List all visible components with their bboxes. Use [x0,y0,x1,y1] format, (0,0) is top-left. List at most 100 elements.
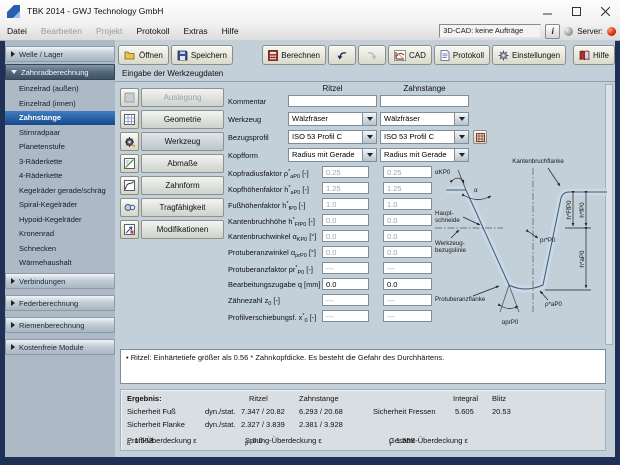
menu-bearbeiten: Bearbeiten [34,23,89,40]
modifikationen-icon [120,220,139,239]
menubar: Datei Bearbeiten Projekt Protokoll Extra… [0,22,620,41]
abmasse-icon [120,154,139,173]
geometrie-icon [120,110,139,129]
sidebar-item-waermehaushalt[interactable]: Wärmehaushalt [5,256,115,270]
sidebar-item-zahnstange[interactable]: Zahnstange [5,111,115,125]
window-controls [533,0,620,22]
field-label-werkzeug: Werkzeug [228,113,261,126]
close-button[interactable] [591,0,620,22]
sidebar-group-verbindungen[interactable]: Verbindungen [5,273,115,289]
save-button[interactable]: Speichern [171,45,233,65]
sidebar-group-label: Verbindungen [19,277,65,286]
field-label-bearbeitungszugabe: Bearbeitungszugabe q [mm] [228,278,320,291]
result-flanke-label: Sicherheit Flanke [127,420,185,429]
menu-hilfe[interactable]: Hilfe [215,23,246,40]
dropdown-arrow-icon[interactable] [362,149,376,161]
werkzeug-select-zahnstange[interactable]: Wälzfräser [380,112,469,126]
tab-geometrie[interactable]: Geometrie [120,110,224,129]
kommentar-input-ritzel[interactable] [288,95,377,107]
tab-abmasse[interactable]: Abmaße [120,154,224,173]
sidebar-item-3-raederkette[interactable]: 3-Räderkette [5,155,115,169]
sidebar-group-riemenberechnung[interactable]: Riemenberechnung [5,317,115,333]
sidebar-group-zahnradberechnung[interactable]: Zahnradberechnung [5,64,115,80]
server-status-led [607,27,616,36]
undo-button[interactable] [328,45,356,65]
tab-zahnform[interactable]: Zahnform [120,176,224,195]
kantenbruchhoehe-zahnstange [383,214,432,226]
server-label: Server: [577,27,603,36]
result-fuss-ritzel: 7.347 / 20.82 [241,407,285,416]
result-sprung-ueberdeckung: Sprung-Überdeckung εβ: 0.0 [245,436,248,447]
dropdown-arrow-icon[interactable] [454,113,468,125]
menu-datei[interactable]: Datei [0,23,34,40]
info-button[interactable]: i [545,24,560,39]
menu-projekt: Projekt [89,23,129,40]
help-button[interactable]: Hilfe [573,45,615,65]
sidebar-item-spiral-kegelraeder[interactable]: Spiral-Kegelräder [5,198,115,212]
maximize-icon [572,7,581,16]
tab-label: Auslegung [141,88,224,107]
result-gesamt-ueberdeckung: Gesamt-Überdeckung εγ: 1.558 [389,436,392,447]
expand-arrow-icon [11,51,15,57]
results-col-integral: Integral [453,394,478,403]
bezugsprofil-select-ritzel[interactable]: ISO 53 Profil C [288,130,377,144]
open-button[interactable]: Öffnen [118,45,169,65]
minimize-button[interactable] [533,0,562,22]
dropdown-arrow-icon[interactable] [362,131,376,143]
sidebar-group-kostenfreie-module[interactable]: Kostenfreie Module [5,339,115,355]
protocol-button[interactable]: Protokoll [434,45,490,65]
zaehnezahl-ritzel [322,294,369,306]
sidebar-item-kronenrad[interactable]: Kronenrad [5,227,115,241]
calculate-button[interactable]: Berechnen [262,45,326,65]
help-book-icon [579,50,590,61]
sidebar-item-einzelrad-aussen[interactable]: Einzelrad (außen) [5,82,115,96]
sidebar-item-planetenstufe[interactable]: Planetenstufe [5,140,115,154]
sidebar-group-federberechnung[interactable]: Federberechnung [5,295,115,311]
diagram-label-kantenbruchflanke: Kantenbruchflanke [512,158,564,165]
cad-status-field: 3D-CAD: keine Aufträge [439,24,541,38]
sidebar-item-stirnradpaar[interactable]: Stirnradpaar [5,126,115,140]
menu-extras[interactable]: Extras [177,23,215,40]
expand-arrow-icon [11,322,15,328]
sidebar-item-schnecken[interactable]: Schnecken [5,242,115,256]
result-fressen-integral: 5.605 [455,407,474,416]
kopfhoehenfaktor-zahnstange [383,182,432,194]
minimize-icon [543,7,552,16]
cad-button[interactable]: CAD [388,45,432,65]
kopfradiusfaktor-ritzel [322,166,369,178]
result-flanke-ritzel: 2.327 / 3.839 [241,420,285,429]
tab-label: Zahnform [141,176,224,195]
dropdown-arrow-icon[interactable] [362,113,376,125]
kopfradiusfaktor-zahnstange [383,166,432,178]
field-label-kantenbruchwinkel: Kantenbruchwinkel αKP0 [°] [228,230,316,247]
tab-auslegung: Auslegung [120,88,224,107]
tab-tragfaehigkeit[interactable]: Tragfähigkeit [120,198,224,217]
tab-werkzeug[interactable]: Werkzeug [120,132,224,151]
menu-protokoll[interactable]: Protokoll [129,23,176,40]
sidebar-group-welle-lager[interactable]: Welle / Lager [5,46,115,62]
sidebar-item-4-raederkette[interactable]: 4-Räderkette [5,169,115,183]
werkzeug-select-ritzel[interactable]: Wälzfräser [288,112,377,126]
sidebar-item-hypoid-kegelraeder[interactable]: Hypoid-Kegelräder [5,213,115,227]
field-label-kopfform: Kopfform [228,149,258,162]
cad-chart-icon [394,50,406,61]
diagram-label-alpha: α [474,187,478,194]
werkzeug-icon [120,132,139,151]
collapse-arrow-icon [11,70,17,74]
redo-button [358,45,386,65]
bearbeitungszugabe-ritzel[interactable] [322,278,369,290]
zahnform-icon [120,176,139,195]
sidebar-item-einzelrad-innen[interactable]: Einzelrad (innen) [5,97,115,111]
maximize-button[interactable] [562,0,591,22]
tab-modifikationen[interactable]: Modifikationen [120,220,224,239]
bearbeitungszugabe-zahnstange[interactable] [383,278,432,290]
kommentar-input-zahnstange[interactable] [380,95,469,107]
sidebar-item-kegelraeder[interactable]: Kegelräder gerade/schräg [5,184,115,198]
protocol-label: Protokoll [453,51,484,60]
tab-label: Werkzeug [141,132,224,151]
settings-button[interactable]: Einstellungen [492,45,566,65]
results-title: Ergebnis: [127,394,162,403]
column-header-ritzel: Ritzel [288,84,377,93]
kopfform-select-ritzel[interactable]: Radius mit Gerade [288,148,377,162]
protuberanzwinkel-ritzel [322,246,369,258]
